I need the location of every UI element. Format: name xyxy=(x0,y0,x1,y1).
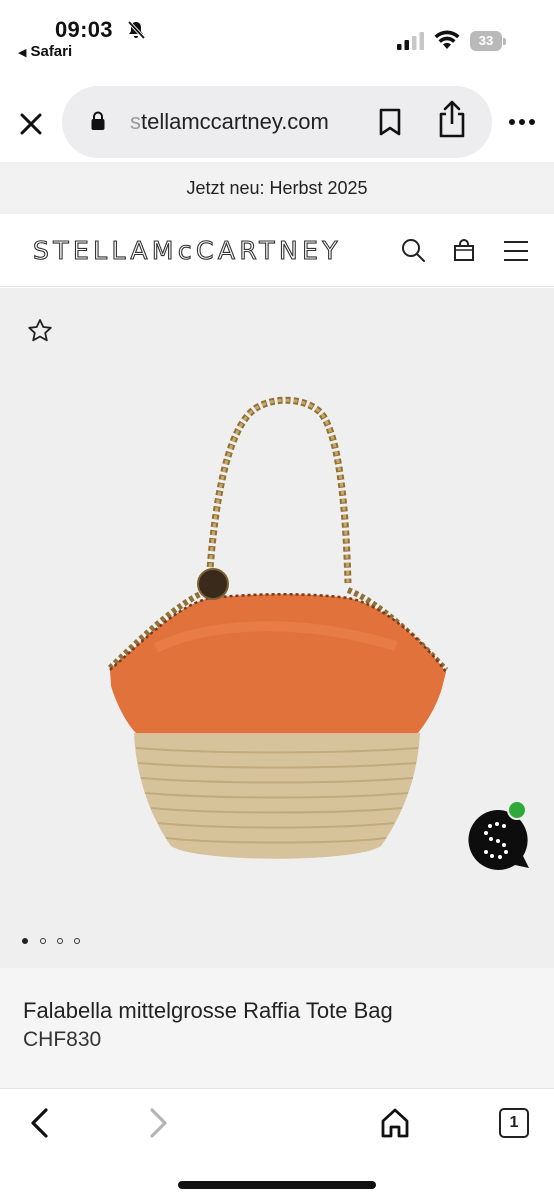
back-to-safari-link[interactable]: ◀ Safari xyxy=(18,43,72,60)
back-triangle-icon: ◀ xyxy=(18,47,27,59)
more-icon[interactable] xyxy=(508,116,536,128)
brand-logo[interactable]: STELLAMcCARTNEY xyxy=(32,235,342,265)
product-price: CHF830 xyxy=(23,1028,102,1051)
product-image[interactable] xyxy=(96,388,456,878)
chat-icon[interactable] xyxy=(462,798,532,870)
wifi-icon xyxy=(434,30,460,49)
url-text: stellamccartney.com xyxy=(130,109,329,135)
status-time: 09:03 xyxy=(55,17,113,42)
forward-icon[interactable] xyxy=(146,1107,170,1139)
status-bar: 09:03 ◀ Safari 33 xyxy=(0,0,554,70)
gallery-dot-active[interactable] xyxy=(22,938,28,944)
home-indicator[interactable] xyxy=(178,1181,376,1189)
home-icon[interactable] xyxy=(380,1107,410,1139)
promo-banner[interactable]: Jetzt neu: Herbst 2025 xyxy=(0,162,554,214)
battery-level: 33 xyxy=(470,31,502,51)
bell-slash-icon xyxy=(127,20,146,40)
back-app-label: Safari xyxy=(30,43,73,60)
bookmark-icon[interactable] xyxy=(378,108,402,136)
gallery-dot[interactable] xyxy=(40,938,46,944)
share-icon[interactable] xyxy=(436,100,468,138)
url-faded: s xyxy=(130,109,141,134)
url-field[interactable]: stellamccartney.com xyxy=(62,86,492,158)
gallery-dot[interactable] xyxy=(74,938,80,944)
gallery-dot[interactable] xyxy=(57,938,63,944)
safari-address-bar: stellamccartney.com xyxy=(0,70,554,162)
back-icon[interactable] xyxy=(28,1107,52,1139)
battery-icon: 33 xyxy=(470,31,506,51)
signal-icon xyxy=(397,32,424,50)
lock-icon xyxy=(91,111,105,130)
gallery-pagination xyxy=(22,938,102,948)
menu-icon[interactable] xyxy=(503,240,529,262)
product-name[interactable]: Falabella mittelgrosse Raffia Tote Bag xyxy=(23,998,393,1024)
shopping-bag-icon[interactable] xyxy=(453,238,475,262)
star-icon[interactable] xyxy=(27,318,53,344)
url-domain: tellamccartney.com xyxy=(141,109,329,134)
tabs-button[interactable]: 1 xyxy=(499,1108,529,1138)
product-gallery[interactable] xyxy=(0,288,554,968)
search-icon[interactable] xyxy=(401,238,425,262)
close-icon[interactable] xyxy=(18,111,44,137)
safari-toolbar: 1 xyxy=(0,1088,554,1200)
product-info: Falabella mittelgrosse Raffia Tote Bag C… xyxy=(0,968,554,1088)
site-header: STELLAMcCARTNEY xyxy=(0,214,554,287)
